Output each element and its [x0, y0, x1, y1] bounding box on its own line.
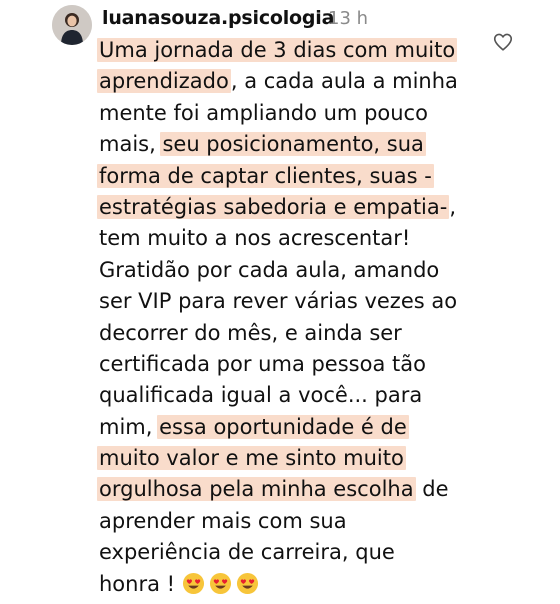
comment-line: Gratidão por cada aula, amando: [99, 255, 479, 286]
highlighted-text: orgulhosa pela minha escolha: [97, 477, 416, 502]
plain-text: ,: [449, 194, 457, 219]
plain-text: aprender mais com sua: [99, 508, 347, 533]
plain-text: honra !: [99, 571, 182, 596]
highlighted-text: seu posicionamento, sua: [160, 132, 426, 157]
comment-line: tem muito a nos acrescentar!: [99, 223, 479, 254]
plain-text: mais,: [99, 132, 163, 157]
plain-text: Gratidão por cada aula, amando: [99, 257, 440, 282]
plain-text: mente foi ampliando um pouco: [99, 100, 428, 125]
heart-outline-icon[interactable]: [492, 31, 514, 53]
plain-text: ser VIP para rever várias vezes ao: [99, 289, 458, 314]
comment-line: estratégias sabedoria e empatia-,: [97, 192, 479, 223]
plain-text: de: [415, 477, 449, 502]
comment-line: Uma jornada de 3 dias com muito: [97, 35, 479, 66]
comment: luanasouza.psicologia 13 h Uma jornada d…: [0, 0, 560, 596]
highlighted-text: essa oportunidade é de: [157, 414, 409, 439]
comment-text: Uma jornada de 3 dias com muito aprendiz…: [97, 35, 479, 600]
plain-text: mim,: [99, 414, 160, 439]
comment-line: forma de captar clientes, suas -: [97, 161, 479, 192]
plain-text: qualificada igual a você... para: [99, 383, 423, 408]
highlighted-text: estratégias sabedoria e empatia-: [97, 194, 450, 219]
comment-line: aprender mais com sua: [99, 506, 479, 537]
comment-line: certificada por uma pessoa tão: [99, 349, 479, 380]
heart-eyes-emoji: [236, 572, 259, 595]
heart-eyes-emoji: [209, 572, 232, 595]
comment-line: ser VIP para rever várias vezes ao: [99, 286, 479, 317]
highlighted-text: forma de captar clientes, suas -: [97, 163, 434, 188]
comment-line: decorrer do mês, e ainda ser: [99, 318, 479, 349]
highlighted-text: Uma jornada de 3 dias com muito: [97, 38, 458, 62]
comment-line: honra !: [99, 569, 479, 600]
comment-line: muito valor e me sinto muito: [97, 443, 479, 474]
username[interactable]: luanasouza.psicologia: [102, 7, 334, 29]
highlighted-text: muito valor e me sinto muito: [97, 446, 406, 471]
comment-line: mais, seu posicionamento, sua: [99, 129, 479, 160]
timestamp: 13 h: [328, 8, 369, 29]
comment-line: experiência de carreira, que: [99, 537, 479, 568]
plain-text: , a cada aula a minha: [230, 69, 458, 94]
plain-text: decorrer do mês, e ainda ser: [99, 320, 402, 345]
comment-line: mim, essa oportunidade é de: [99, 412, 479, 443]
plain-text: experiência de carreira, que: [99, 540, 395, 565]
heart-eyes-emoji: [182, 572, 205, 595]
highlighted-text: aprendizado: [97, 69, 231, 94]
comment-line: orgulhosa pela minha escolha de: [97, 474, 479, 505]
comment-line: qualificada igual a você... para: [99, 380, 479, 411]
comment-line: mente foi ampliando um pouco: [99, 98, 479, 129]
avatar[interactable]: [52, 5, 92, 45]
plain-text: tem muito a nos acrescentar!: [99, 226, 411, 251]
comment-line: aprendizado, a cada aula a minha: [97, 66, 479, 97]
profile-photo: [52, 5, 92, 45]
plain-text: certificada por uma pessoa tão: [99, 351, 426, 376]
